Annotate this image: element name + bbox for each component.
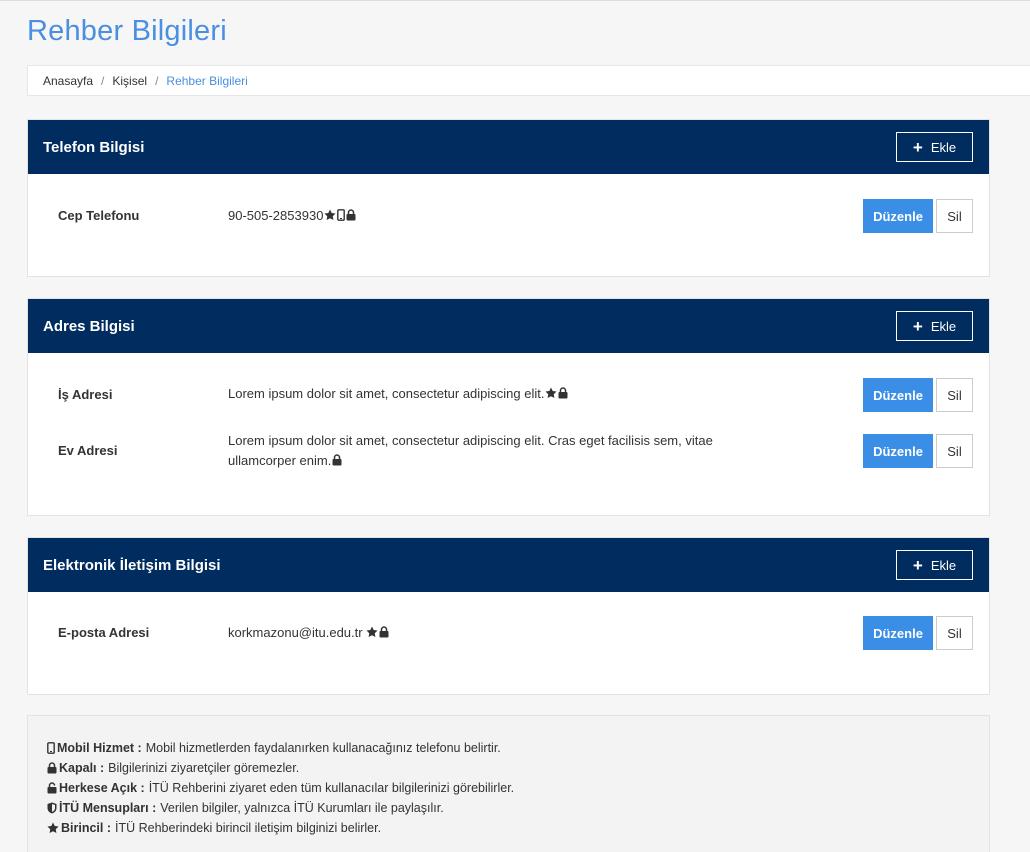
phone-row-value: 90-505-2853930 xyxy=(228,208,324,223)
edit-button[interactable]: Düzenle xyxy=(863,199,933,233)
lock-icon xyxy=(379,626,389,638)
star-icon xyxy=(47,822,59,833)
home-address-value-line1: Lorem ipsum dolor sit amet, consectetur … xyxy=(228,433,713,448)
legend-term: Birincil : xyxy=(61,821,112,835)
legend-term: Mobil Hizmet : xyxy=(57,741,142,755)
phone-row-label: Cep Telefonu xyxy=(58,208,140,223)
legend-term: Herkese Açık : xyxy=(59,781,145,795)
add-button-label: Ekle xyxy=(930,318,957,334)
legend-desc: Mobil hizmetlerden faydalanırken kullana… xyxy=(145,741,501,755)
plus-icon: + xyxy=(912,137,923,157)
work-address-actions: Düzenle Sil xyxy=(863,378,973,412)
legend-term: Kapalı : xyxy=(59,761,105,775)
breadcrumb-separator: / xyxy=(155,73,159,88)
home-address-value-line2: ullamcorper enim. xyxy=(228,453,332,468)
address-panel: Adres Bilgisi + Ekle İş Adresi Lorem ips… xyxy=(27,298,990,516)
breadcrumb: Anasayfa / Kişisel / Rehber Bilgileri xyxy=(27,65,1030,96)
lock-icon xyxy=(47,762,57,774)
breadcrumb-personal[interactable]: Kişisel xyxy=(112,74,147,88)
legend-item-closed: Kapalı : Bilgilerinizi ziyaretçiler göre… xyxy=(47,758,989,778)
legend-item-primary: Birincil : İTÜ Rehberindeki birincil ile… xyxy=(47,818,989,838)
star-icon xyxy=(366,626,378,637)
phone-panel-title: Telefon Bilgisi xyxy=(43,138,145,156)
email-panel: Elektronik İletişim Bilgisi + Ekle E-pos… xyxy=(27,537,990,695)
legend-box: Mobil Hizmet : Mobil hizmetlerden faydal… xyxy=(27,715,990,852)
delete-button[interactable]: Sil xyxy=(936,199,973,233)
delete-button[interactable]: Sil xyxy=(936,378,973,412)
page-title: Rehber Bilgileri xyxy=(27,15,227,47)
legend-item-mobile: Mobil Hizmet : Mobil hizmetlerden faydal… xyxy=(47,738,989,758)
email-row-actions: Düzenle Sil xyxy=(863,616,973,650)
plus-icon: + xyxy=(912,555,923,575)
home-address-value-wrap: Lorem ipsum dolor sit amet, consectetur … xyxy=(228,431,713,471)
legend-term: İTÜ Mensupları : xyxy=(59,801,157,815)
lock-icon xyxy=(332,454,342,466)
email-row-label: E-posta Adresi xyxy=(58,625,150,640)
mobile-icon xyxy=(47,742,55,754)
breadcrumb-current: Rehber Bilgileri xyxy=(166,73,248,88)
edit-button[interactable]: Düzenle xyxy=(863,616,933,650)
email-panel-header: Elektronik İletişim Bilgisi + Ekle xyxy=(28,538,989,592)
breadcrumb-home[interactable]: Anasayfa xyxy=(43,74,93,88)
add-phone-button[interactable]: + Ekle xyxy=(896,132,973,162)
breadcrumb-separator: / xyxy=(101,73,105,88)
phone-row-value-wrap: 90-505-2853930 xyxy=(228,206,356,226)
legend-desc: İTÜ Rehberini ziyaret eden tüm kullanacı… xyxy=(148,781,515,795)
add-button-label: Ekle xyxy=(930,557,957,573)
star-icon xyxy=(545,387,557,398)
add-address-button[interactable]: + Ekle xyxy=(896,311,973,341)
phone-panel: Telefon Bilgisi + Ekle Cep Telefonu 90-5… xyxy=(27,119,990,277)
legend-item-members: İTÜ Mensupları : Verilen bilgiler, yalnı… xyxy=(47,798,989,818)
edit-button[interactable]: Düzenle xyxy=(863,378,933,412)
star-icon xyxy=(324,209,336,220)
address-panel-title: Adres Bilgisi xyxy=(43,317,135,335)
home-address-actions: Düzenle Sil xyxy=(863,434,973,468)
work-address-label: İş Adresi xyxy=(58,387,113,402)
legend-item-public: Herkese Açık : İTÜ Rehberini ziyaret ede… xyxy=(47,778,989,798)
phone-row: Cep Telefonu 90-505-2853930 Düzenle Sil xyxy=(28,199,989,233)
email-row: E-posta Adresi korkmazonu@itu.edu.tr Düz… xyxy=(28,616,989,650)
unlock-icon xyxy=(47,782,57,794)
legend-desc: İTÜ Rehberindeki birincil iletişim bilgi… xyxy=(115,821,382,835)
lock-icon xyxy=(346,209,356,221)
work-address-row: İş Adresi Lorem ipsum dolor sit amet, co… xyxy=(28,378,989,412)
phone-row-actions: Düzenle Sil xyxy=(863,199,973,233)
add-email-button[interactable]: + Ekle xyxy=(896,550,973,580)
delete-button[interactable]: Sil xyxy=(936,616,973,650)
legend-desc: Bilgilerinizi ziyaretçiler göremezler. xyxy=(108,761,300,775)
email-row-value-wrap: korkmazonu@itu.edu.tr xyxy=(228,623,389,643)
lock-icon xyxy=(558,387,568,399)
delete-button[interactable]: Sil xyxy=(936,434,973,468)
home-address-row: Ev Adresi Lorem ipsum dolor sit amet, co… xyxy=(28,431,989,471)
address-panel-header: Adres Bilgisi + Ekle xyxy=(28,299,989,353)
work-address-value: Lorem ipsum dolor sit amet, consectetur … xyxy=(228,386,545,401)
email-row-value: korkmazonu@itu.edu.tr xyxy=(228,625,363,640)
edit-button[interactable]: Düzenle xyxy=(863,434,933,468)
email-panel-title: Elektronik İletişim Bilgisi xyxy=(43,556,221,574)
work-address-value-wrap: Lorem ipsum dolor sit amet, consectetur … xyxy=(228,384,568,404)
shield-icon xyxy=(47,802,57,814)
home-address-label: Ev Adresi xyxy=(58,443,118,458)
mobile-icon xyxy=(337,209,346,221)
add-button-label: Ekle xyxy=(930,139,957,155)
legend-desc: Verilen bilgiler, yalnızca İTÜ Kurumları… xyxy=(160,801,444,815)
phone-panel-header: Telefon Bilgisi + Ekle xyxy=(28,120,989,174)
plus-icon: + xyxy=(912,316,923,336)
